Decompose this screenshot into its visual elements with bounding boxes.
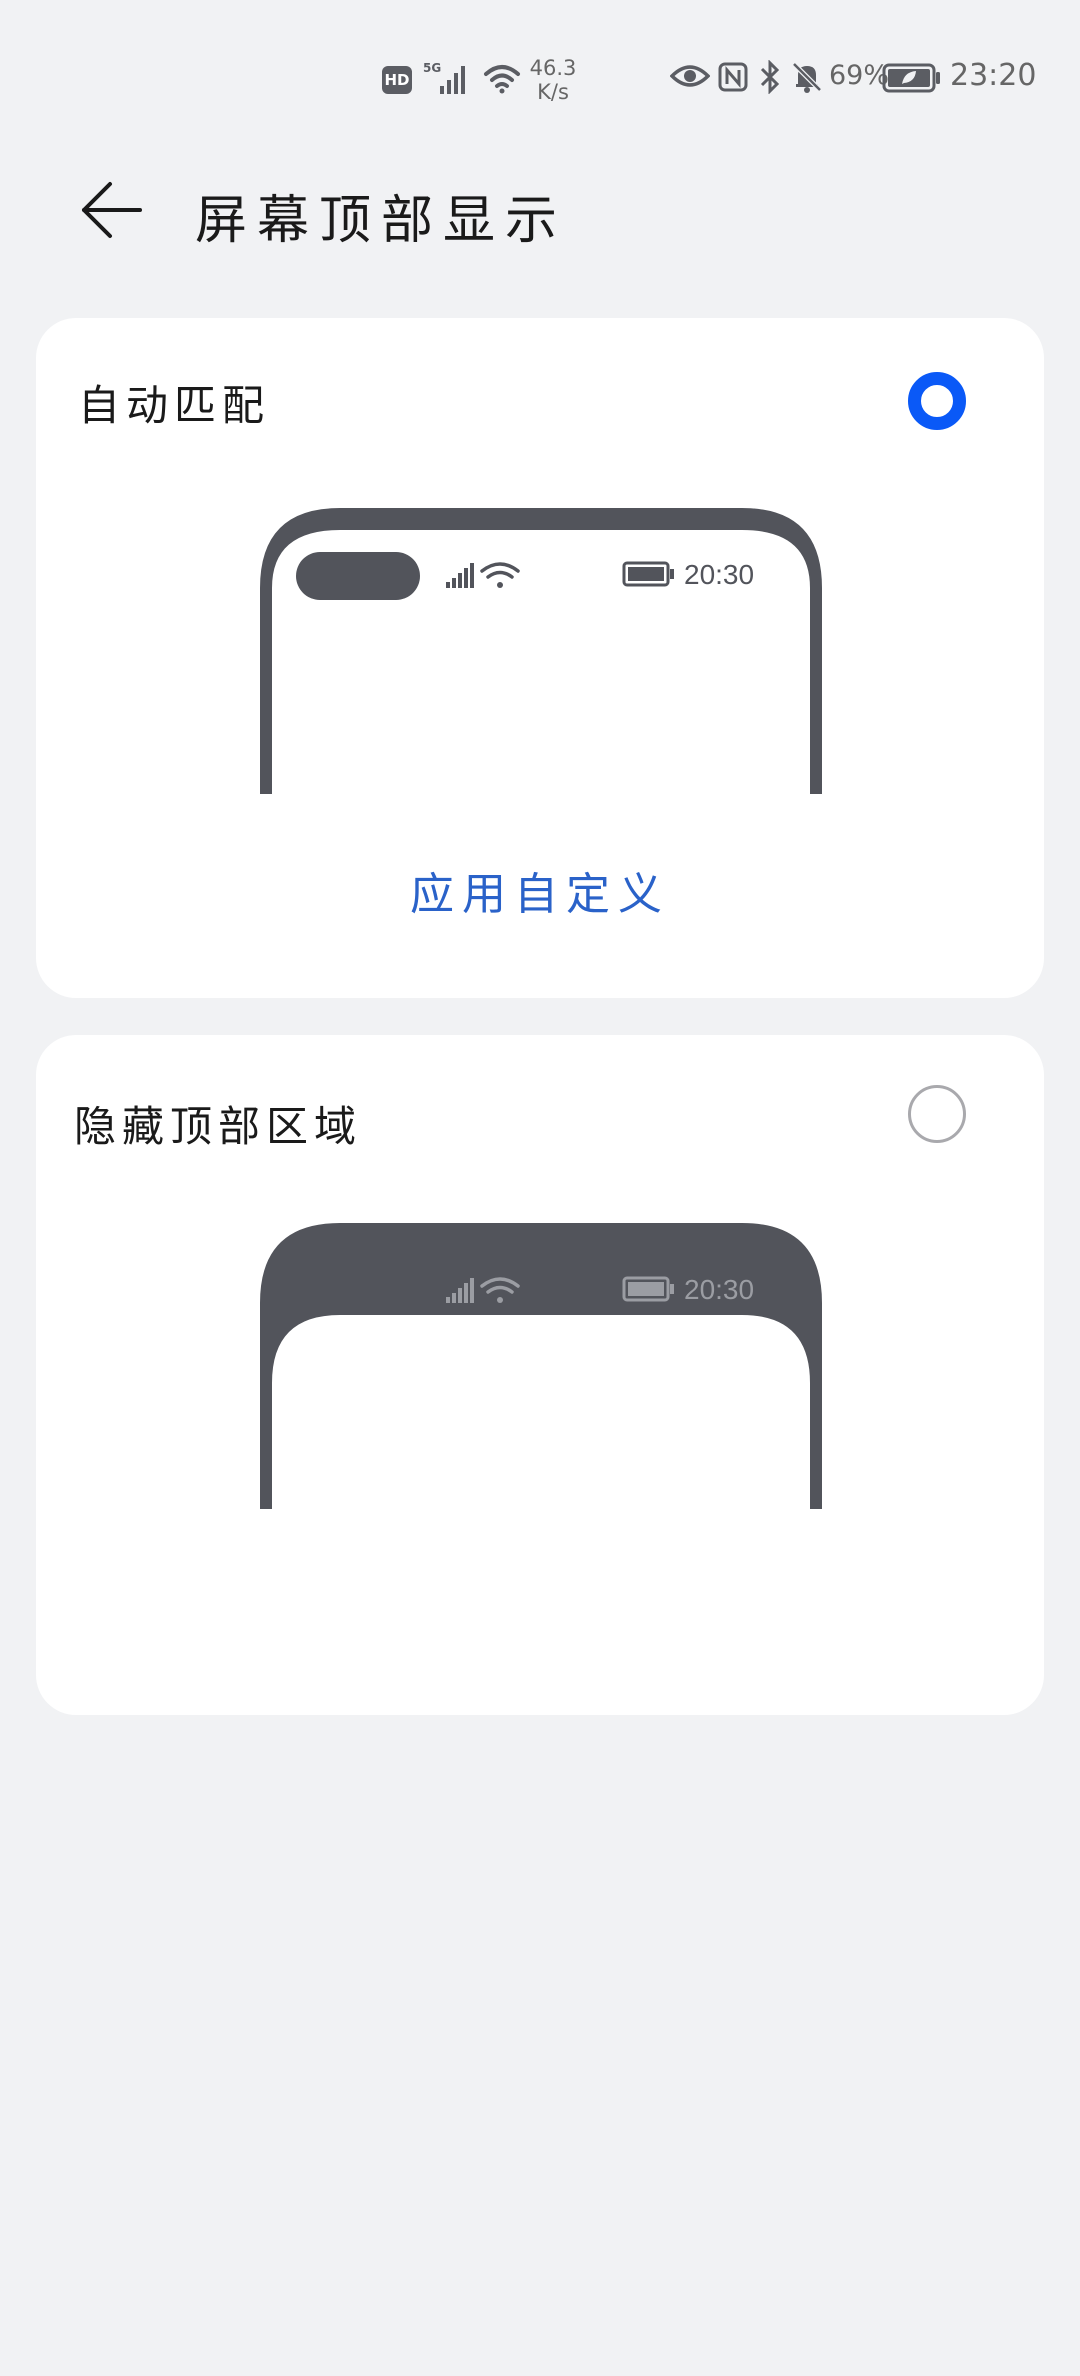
punch-hole-camera	[296, 552, 420, 600]
wifi-icon	[482, 62, 522, 94]
wifi-icon	[480, 562, 520, 588]
page-title: 屏幕顶部显示	[195, 191, 568, 251]
option-card-hide-top[interactable]: 隐藏顶部区域 20:30	[36, 1035, 1044, 1715]
option-label: 隐藏顶部区域	[74, 1102, 363, 1151]
phone-frame-black-top	[260, 1223, 822, 1509]
option-card-auto-match[interactable]: 自动匹配 20:30 应用自定义	[36, 318, 1044, 998]
back-button[interactable]	[70, 170, 150, 250]
radio-auto-match[interactable]	[908, 372, 966, 430]
mute-bell-icon	[790, 60, 824, 94]
back-arrow-icon	[82, 182, 142, 238]
battery-icon	[882, 62, 942, 94]
preview-hide-top: 20:30	[260, 1223, 822, 1509]
battery-percent: 69%	[829, 60, 890, 91]
eye-comfort-icon	[670, 62, 710, 90]
signal-5g-icon: 5G	[422, 60, 474, 96]
preview-time: 20:30	[684, 559, 754, 590]
hd-icon: HD	[382, 66, 412, 94]
hd-label: HD	[384, 71, 410, 89]
option-label: 自动匹配	[78, 381, 271, 430]
status-bar: HD 5G 46.3 K/s 69% 23:20	[0, 0, 1080, 150]
battery-icon	[622, 561, 674, 587]
network-speed: 46.3 K/s	[526, 56, 580, 104]
bluetooth-icon	[758, 60, 782, 94]
nfc-icon	[718, 62, 748, 92]
speed-unit: K/s	[537, 80, 569, 104]
phone-frame	[260, 508, 822, 794]
app-custom-link[interactable]: 应用自定义	[36, 858, 1044, 922]
status-clock: 23:20	[950, 58, 1037, 93]
preview-time: 20:30	[684, 1274, 754, 1305]
radio-hide-top[interactable]	[908, 1085, 966, 1143]
cellular-signal-icon	[446, 563, 474, 588]
network-type-label: 5G	[423, 61, 441, 75]
preview-auto-match: 20:30	[260, 508, 822, 794]
speed-value: 46.3	[529, 56, 577, 80]
